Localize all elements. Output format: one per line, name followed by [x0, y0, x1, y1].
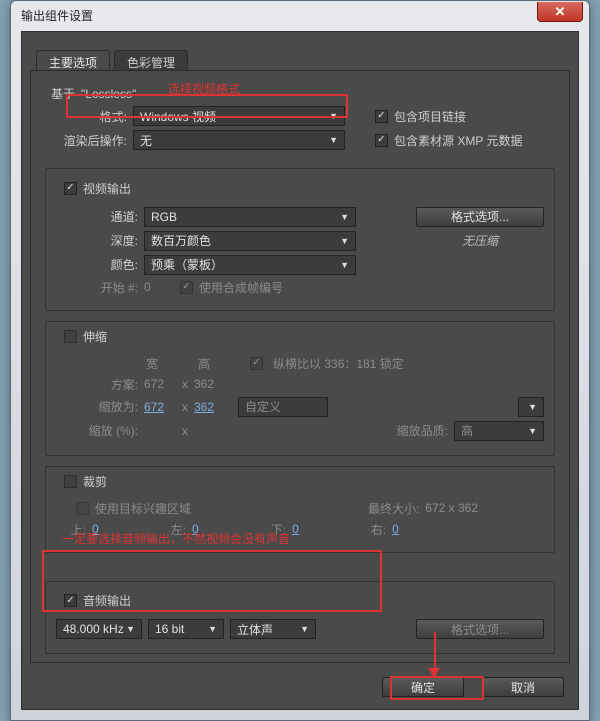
crop-group: 裁剪 使用目标兴趣区域 最终大小: 672 x 362 上: 0 左: 0 — [45, 466, 555, 553]
stretch-to-label: 缩放为: — [56, 398, 138, 415]
scheme-h: 362 — [194, 377, 226, 391]
chevron-down-icon: ▼ — [300, 624, 309, 634]
based-on-prefix: 基于 — [51, 85, 75, 102]
stretch-quality-label: 缩放品质: — [397, 422, 448, 439]
postrender-value: 无 — [140, 132, 152, 149]
depth-label: 深度: — [56, 232, 138, 249]
crop-top-label: 上: — [56, 521, 86, 538]
stretch-h-header: 高 — [198, 355, 210, 372]
ok-button[interactable]: 确定 — [382, 677, 464, 697]
crop-bottom-label: 下: — [271, 521, 286, 538]
scheme-label: 方案: — [56, 376, 138, 393]
chevron-down-icon: ▼ — [126, 624, 135, 634]
crop-right-val[interactable]: 0 — [392, 522, 399, 536]
include-xmp-checkbox[interactable]: ✓ — [375, 134, 388, 147]
starthash-label: 开始 #: — [56, 279, 138, 296]
include-xmp-label: 包含素材源 XMP 元数据 — [394, 132, 522, 149]
audio-output-legend: 音频输出 — [83, 592, 131, 609]
stretch-to-w[interactable]: 672 — [144, 400, 176, 414]
x-sep-2: x — [182, 400, 188, 414]
postrender-select[interactable]: 无 ▼ — [133, 130, 345, 150]
compress-status: 无压缩 — [416, 232, 544, 249]
stretch-to-h[interactable]: 362 — [194, 400, 226, 414]
stretch-w-header: 宽 — [146, 355, 158, 372]
audio-output-checkbox[interactable]: ✓ — [64, 594, 77, 607]
crop-roi-checkbox — [76, 502, 89, 515]
postrender-label: 渲染后操作: — [45, 132, 127, 149]
aspect-lock-checkbox: ✓ — [250, 357, 263, 370]
depth-select[interactable]: 数百万颜色▼ — [144, 231, 356, 251]
audio-rate-select[interactable]: 48.000 kHz▼ — [56, 619, 142, 639]
audio-bits-select[interactable]: 16 bit▼ — [148, 619, 224, 639]
dialog-window: 输出组件设置 ✕ 主要选项 色彩管理 基于 "Lossless" 格式: Win… — [10, 0, 590, 721]
scheme-w: 672 — [144, 377, 176, 391]
crop-left-val[interactable]: 0 — [192, 522, 199, 536]
crop-final-value: 672 x 362 — [425, 501, 478, 515]
stretch-checkbox[interactable] — [64, 330, 77, 343]
audio-format-options-button[interactable]: 格式选项... — [416, 619, 544, 639]
use-comp-frame-label: 使用合成帧编号 — [199, 279, 283, 296]
video-output-legend: 视频输出 — [83, 180, 131, 197]
chevron-down-icon: ▼ — [340, 212, 349, 222]
stretch-preset-select[interactable]: 自定义 — [238, 397, 328, 417]
chevron-down-icon: ▼ — [528, 402, 537, 412]
crop-bottom-val[interactable]: 0 — [292, 522, 299, 536]
chevron-down-icon: ▼ — [208, 624, 217, 634]
audio-channels-select[interactable]: 立体声▼ — [230, 619, 316, 639]
x-sep-3: x — [182, 424, 188, 438]
tab-panel-main: 基于 "Lossless" 格式: Windows 视频 ▼ ✓ 包含项目链接 … — [30, 70, 570, 663]
stretch-legend: 伸缩 — [83, 328, 107, 345]
chevron-down-icon: ▼ — [329, 111, 338, 121]
crop-top-val[interactable]: 0 — [92, 522, 99, 536]
stretch-pct-label: 缩放 (%): — [56, 422, 138, 439]
close-button[interactable]: ✕ — [537, 2, 583, 22]
format-options-button[interactable]: 格式选项... — [416, 207, 544, 227]
video-group: ✓ 视频输出 通道: RGB▼ 格式选项... 深度: 数百万颜 — [45, 168, 555, 311]
stretch-quality-select[interactable]: 高▼ — [454, 421, 544, 441]
use-comp-frame-checkbox: ✓ — [180, 281, 193, 294]
chevron-down-icon: ▼ — [329, 135, 338, 145]
crop-right-label: 右: — [371, 521, 386, 538]
format-value: Windows 视频 — [140, 108, 216, 125]
chevron-down-icon: ▼ — [528, 426, 537, 436]
crop-final-label: 最终大小: — [368, 500, 419, 517]
stretch-extra-select[interactable]: ▼ — [518, 397, 544, 417]
color-label: 颜色: — [56, 256, 138, 273]
format-label: 格式: — [45, 108, 127, 125]
stretch-group: 伸缩 宽 高 ✓ 纵横比以 336：181 锁定 方案: 672 x 362 缩… — [45, 321, 555, 456]
channel-label: 通道: — [56, 208, 138, 225]
starthash-value: 0 — [144, 280, 174, 294]
client-area: 主要选项 色彩管理 基于 "Lossless" 格式: Windows 视频 ▼… — [21, 31, 579, 710]
crop-roi-label: 使用目标兴趣区域 — [95, 500, 191, 517]
based-on-name: "Lossless" — [81, 87, 136, 101]
format-select[interactable]: Windows 视频 ▼ — [133, 106, 345, 126]
cancel-button[interactable]: 取消 — [482, 677, 564, 697]
chevron-down-icon: ▼ — [340, 236, 349, 246]
crop-legend: 裁剪 — [83, 473, 107, 490]
color-select[interactable]: 预乘（蒙板）▼ — [144, 255, 356, 275]
chevron-down-icon: ▼ — [340, 260, 349, 270]
audio-group: ✓ 音频输出 48.000 kHz▼ 16 bit▼ 立体声▼ 格式选项 — [45, 581, 555, 655]
crop-left-label: 左: — [171, 521, 186, 538]
include-link-checkbox[interactable]: ✓ — [375, 110, 388, 123]
video-output-checkbox[interactable]: ✓ — [64, 182, 77, 195]
channel-select[interactable]: RGB▼ — [144, 207, 356, 227]
dialog-footer: 确定 取消 — [382, 677, 564, 697]
include-link-label: 包含项目链接 — [394, 108, 466, 125]
titlebar: 输出组件设置 ✕ — [11, 1, 589, 29]
x-sep-1: x — [182, 377, 188, 391]
aspect-lock-label: 纵横比以 336：181 锁定 — [273, 355, 404, 372]
crop-checkbox[interactable] — [64, 475, 77, 488]
window-title: 输出组件设置 — [21, 7, 93, 24]
close-icon: ✕ — [555, 4, 566, 20]
